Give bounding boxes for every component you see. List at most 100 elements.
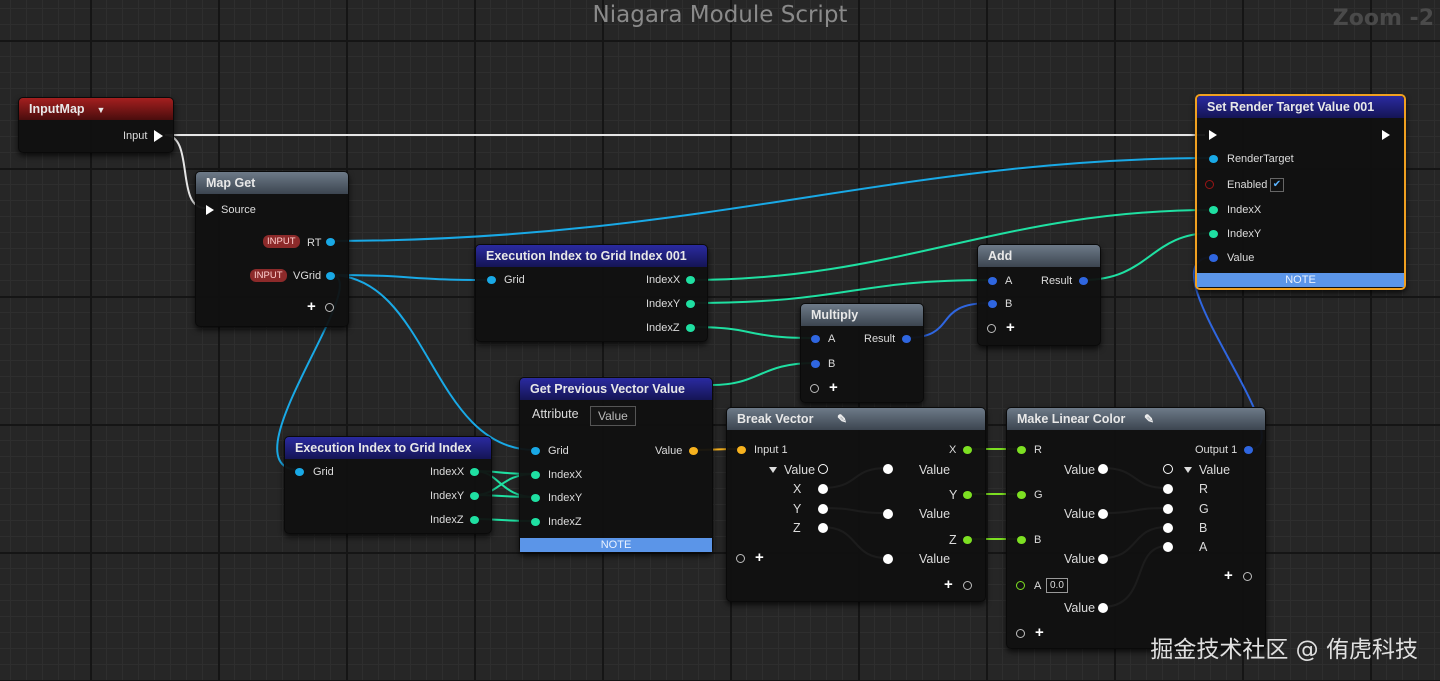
expand-arrow-icon[interactable]	[769, 467, 777, 473]
b-pin-label: B	[1005, 298, 1013, 310]
break-vector-node[interactable]: Break Vector ✎ Input 1 X Value X Y Z Valu…	[726, 407, 986, 602]
map-get-node[interactable]: Map Get Source INPUT RT INPUT VGrid +	[195, 171, 349, 327]
rt-pin-label: RT	[307, 237, 322, 249]
result-out-pin[interactable]	[902, 335, 911, 343]
indexx-out-pin[interactable]	[686, 276, 695, 284]
b-inner-pin[interactable]	[1163, 523, 1173, 533]
value-inner-pin[interactable]	[1098, 509, 1108, 519]
expand-arrow-icon[interactable]	[1184, 467, 1192, 473]
x-inner-pin[interactable]	[818, 484, 828, 494]
add-pin-icon[interactable]: +	[1035, 625, 1044, 640]
add-pin-icon[interactable]: +	[1224, 568, 1233, 583]
x-out-pin[interactable]	[963, 446, 972, 454]
g-inner-pin[interactable]	[1163, 504, 1173, 514]
rt-wire	[329, 157, 1213, 242]
result-out-pin[interactable]	[1079, 277, 1088, 285]
value-pin-ring[interactable]	[1163, 464, 1173, 474]
make-linear-color-node[interactable]: Make Linear Color ✎ R Output 1 Value Valu…	[1006, 407, 1266, 649]
indexz-out-pin[interactable]	[686, 324, 695, 332]
z-out-pin[interactable]	[963, 536, 972, 544]
pencil-icon[interactable]: ✎	[1144, 408, 1154, 430]
add-pin-ring[interactable]	[987, 324, 996, 333]
enabled-checkbox[interactable]: ✔	[1270, 178, 1284, 192]
a-in-pin-ring[interactable]	[1016, 581, 1025, 590]
value-inner-pin[interactable]	[1098, 554, 1108, 564]
add-pin-icon[interactable]: +	[755, 550, 764, 565]
input-in-pin[interactable]	[737, 446, 746, 454]
a-value-input[interactable]: 0.0	[1046, 578, 1068, 593]
b-in-pin[interactable]	[811, 360, 820, 368]
indexz-out-pin[interactable]	[470, 516, 479, 524]
exec-out-pin-icon[interactable]	[154, 130, 163, 142]
value-inner-pin[interactable]	[883, 554, 893, 564]
render-target-in-pin[interactable]	[1209, 155, 1218, 163]
get-previous-vector-node[interactable]: Get Previous Vector Value Attribute Valu…	[519, 377, 713, 553]
add-node[interactable]: Add A Result B +	[977, 244, 1101, 346]
indexz-in-pin[interactable]	[531, 518, 540, 526]
multiply-node[interactable]: Multiply A Result B +	[800, 303, 924, 403]
vgrid-out-pin[interactable]	[326, 272, 335, 280]
input-map-node[interactable]: InputMap ▼ Input	[18, 97, 174, 153]
set-render-target-node[interactable]: Set Render Target Value 001 RenderTarget…	[1195, 94, 1406, 290]
b-pin-label: B	[1034, 534, 1042, 546]
indexx-in-pin[interactable]	[531, 471, 540, 479]
y-inner-pin[interactable]	[818, 504, 828, 514]
enabled-in-pin[interactable]	[1205, 180, 1214, 189]
add-pin-ring[interactable]	[963, 581, 972, 590]
value-inner-pin[interactable]	[1098, 603, 1108, 613]
value-in-pin[interactable]	[1209, 254, 1218, 262]
value-pin-ring[interactable]	[818, 464, 828, 474]
r-inner-pin[interactable]	[1163, 484, 1173, 494]
grid-in-pin[interactable]	[295, 468, 304, 476]
value-inner-pin[interactable]	[1098, 464, 1108, 474]
add-pin-ring[interactable]	[736, 554, 745, 563]
watermark-text: 掘金技术社区 @ 侑虎科技	[1150, 637, 1418, 663]
a-in-pin[interactable]	[988, 277, 997, 285]
add-pin-icon[interactable]: +	[1006, 320, 1015, 335]
indexx-in-pin[interactable]	[1209, 206, 1218, 214]
value-inner-pin[interactable]	[883, 464, 893, 474]
y-out-label: Y	[949, 488, 958, 502]
x-out-label: X	[949, 444, 957, 456]
note-bar[interactable]: NOTE	[520, 538, 712, 552]
exec-in-pin-icon[interactable]	[1209, 130, 1217, 140]
indexy-in-pin[interactable]	[531, 494, 540, 502]
note-bar[interactable]: NOTE	[1197, 273, 1404, 287]
indexx-out-pin[interactable]	[470, 468, 479, 476]
add-pin-icon[interactable]: +	[944, 577, 953, 592]
y-out-pin[interactable]	[963, 491, 972, 499]
attribute-label: Attribute	[532, 407, 579, 421]
z-inner-pin[interactable]	[818, 523, 828, 533]
pencil-icon[interactable]: ✎	[837, 408, 847, 430]
add-pin-ring[interactable]	[810, 384, 819, 393]
a-inner-pin[interactable]	[1163, 542, 1173, 552]
grid-in-pin[interactable]	[531, 447, 540, 455]
value-inner-pin[interactable]	[883, 509, 893, 519]
result-pin-label: Result	[864, 333, 896, 345]
add-pin-icon[interactable]: +	[829, 380, 838, 395]
add-pin-ring[interactable]	[1243, 572, 1252, 581]
attribute-value-field[interactable]: Value	[590, 406, 636, 426]
r-in-pin[interactable]	[1017, 446, 1026, 454]
dropdown-arrow-icon[interactable]: ▼	[97, 105, 106, 115]
exec-index-001-node[interactable]: Execution Index to Grid Index 001 Grid I…	[475, 244, 708, 342]
indexy-out-pin[interactable]	[470, 492, 479, 500]
a-in-pin[interactable]	[811, 335, 820, 343]
grid-in-pin[interactable]	[487, 276, 496, 284]
output-out-pin[interactable]	[1244, 446, 1253, 454]
node-title: Map Get	[196, 172, 348, 194]
exec-out-pin-icon[interactable]	[1382, 130, 1390, 140]
b-in-pin[interactable]	[988, 300, 997, 308]
indexy-in-pin[interactable]	[1209, 230, 1218, 238]
exec-in-pin-icon[interactable]	[206, 205, 214, 215]
add-pin-ring[interactable]	[1016, 629, 1025, 638]
value-out-pin[interactable]	[689, 447, 698, 455]
b-in-pin[interactable]	[1017, 536, 1026, 544]
g-in-pin[interactable]	[1017, 491, 1026, 499]
input-tag-badge: INPUT	[263, 235, 300, 248]
add-pin-icon[interactable]: +	[307, 299, 316, 314]
exec-index-node[interactable]: Execution Index to Grid Index Grid Index…	[284, 436, 492, 534]
add-pin-ring[interactable]	[325, 303, 334, 312]
indexy-out-pin[interactable]	[686, 300, 695, 308]
rt-out-pin[interactable]	[326, 238, 335, 246]
